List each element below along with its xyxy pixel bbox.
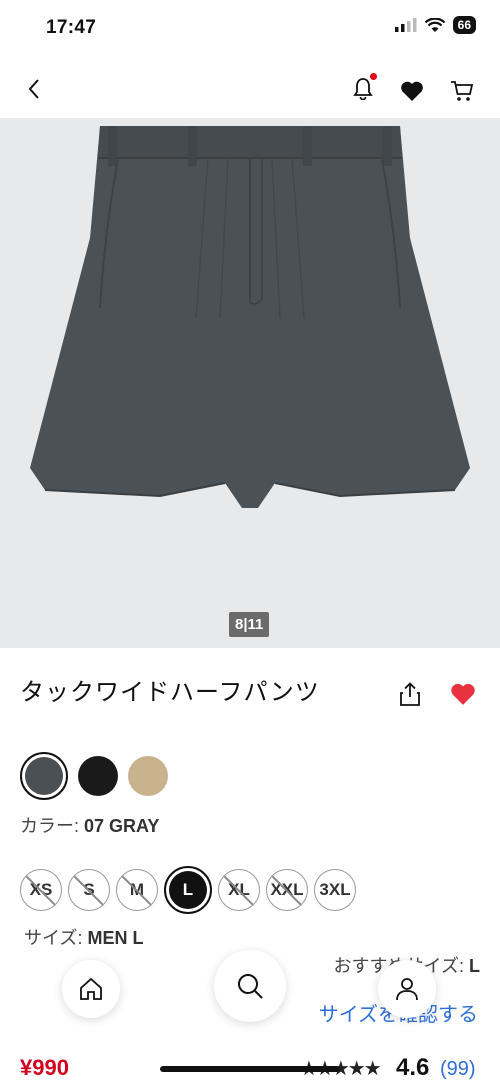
share-icon[interactable] [398,681,422,707]
user-icon [396,978,418,1001]
nav-icon-group [352,73,474,105]
size-3xl[interactable]: 3XL [314,869,356,911]
heart-icon[interactable] [400,80,424,102]
counter-current: 8 [235,616,244,633]
image-counter: 8|11 [229,612,270,637]
counter-total: 11 [247,616,264,633]
color-swatch-gray[interactable] [20,752,68,800]
notification-dot [370,73,377,80]
color-swatch-beige[interactable] [128,756,168,796]
product-price: ¥990 [20,1055,69,1080]
recommend-value: L [469,956,480,976]
cart-icon[interactable] [450,79,474,103]
size-xl[interactable]: XL [218,869,260,911]
color-swatches [20,752,168,800]
status-time: 17:47 [46,17,97,38]
status-bar: 17:47 66 [0,0,500,56]
home-button[interactable] [62,960,120,1018]
review-count-link[interactable]: (99) [440,1058,476,1081]
home-indicator[interactable] [160,1066,340,1072]
back-icon[interactable] [22,76,48,102]
product-image[interactable] [0,118,500,648]
size-options: XS S M L XL XXL 3XL [20,866,356,914]
product-title: タックワイドハーフパンツ [20,679,320,706]
color-value: 07 GRAY [84,816,160,836]
notification-button[interactable] [352,73,377,105]
color-label: カラー: 07 GRAY [20,812,159,838]
top-nav [0,60,500,118]
favorite-heart-icon[interactable] [450,682,476,706]
size-xxl[interactable]: XXL [266,869,308,911]
size-l[interactable]: L [164,866,212,914]
wifi-icon [424,17,445,32]
rating-value: 4.6 [396,1054,430,1081]
signal-icon [394,18,417,32]
status-icons: 66 [394,16,476,34]
home-icon [80,977,102,1000]
size-m[interactable]: M [116,869,158,911]
color-label-prefix: カラー: [20,816,80,836]
search-icon [238,974,263,999]
color-swatch-black[interactable] [78,756,118,796]
search-button[interactable] [214,950,286,1022]
bell-icon [353,78,373,101]
size-label-prefix: サイズ: [24,928,83,948]
account-button[interactable] [378,960,436,1018]
size-label: サイズ: MEN L [24,924,143,950]
size-xs[interactable]: XS [20,869,62,911]
size-s[interactable]: S [68,869,110,911]
battery-indicator: 66 [452,16,476,34]
shorts-image [30,126,470,508]
size-l-label: L [169,871,207,909]
color-swatch-gray-fill [25,757,63,795]
size-value: MEN L [87,928,144,948]
